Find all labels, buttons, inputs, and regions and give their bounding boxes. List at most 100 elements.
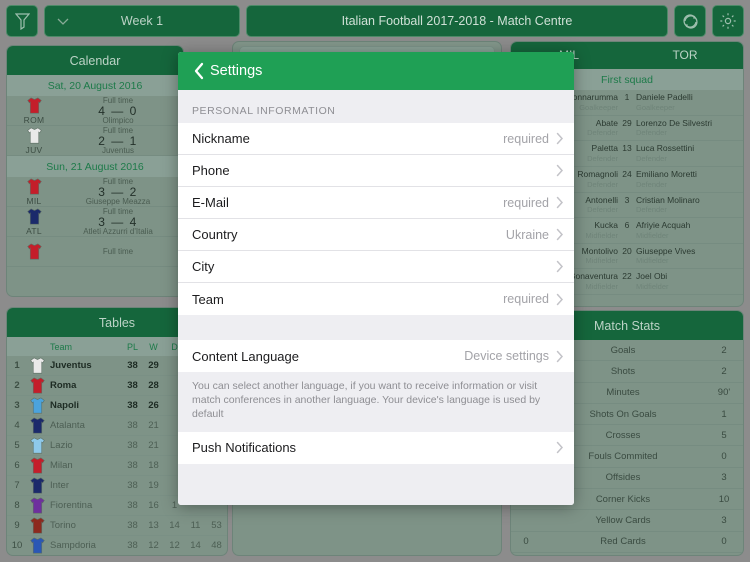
calendar-team-abbr: MIL (26, 196, 42, 206)
calendar-match-row[interactable]: JUV Full time 2 — 1 Juventus (7, 126, 183, 156)
jersey-icon (11, 96, 57, 115)
calendar-match-venue: Juventus (101, 145, 135, 155)
standings-l: 14 (185, 535, 206, 555)
standings-pl: 38 (122, 475, 143, 496)
player-name-right: Cristian Molinaro (636, 194, 700, 205)
calendar-match-row[interactable]: ATL Full time 3 — 4 Atleti Azzurri d'Italia (7, 207, 183, 237)
table-row[interactable]: 10 Sampdoria 38 12 12 14 48 (7, 535, 227, 555)
chevron-right-icon (556, 293, 564, 306)
standings-col-header[interactable] (7, 337, 27, 356)
standings-position: 10 (7, 535, 27, 555)
chevron-right-icon (556, 260, 564, 273)
table-row[interactable]: 9 Torino 38 13 14 11 53 (7, 515, 227, 536)
refresh-icon (682, 13, 699, 30)
standings-position: 7 (7, 475, 27, 496)
player-name-left: Paletta (591, 143, 618, 154)
player-position-right: Defender (636, 128, 667, 138)
calendar-match-venue: Atleti Azzurri d'Italia (83, 226, 153, 236)
player-name-right: Giuseppe Vives (636, 245, 696, 256)
player-number: 6 (624, 220, 630, 231)
personal-information-list[interactable]: Nickname required Phone E-Mail required Count… (178, 123, 574, 315)
refresh-button[interactable] (674, 5, 706, 37)
jersey-icon (11, 207, 57, 226)
standings-pl: 38 (122, 556, 143, 557)
standings-d: 12 (164, 535, 185, 555)
settings-modal-body: PERSONAL INFORMATION Nickname required Pho… (178, 90, 574, 505)
standings-position: 2 (7, 375, 27, 396)
calendar-match-score: 3 — 4 (98, 214, 138, 229)
settings-modal-header: Settings (178, 52, 574, 90)
standings-pl: 38 (122, 356, 143, 376)
standings-pl: 38 (122, 515, 143, 536)
standings-w: 12 (143, 535, 164, 555)
row-content-language[interactable]: Content Language Device settings (178, 340, 574, 372)
standings-col-header[interactable] (27, 337, 47, 356)
calendar-team-abbr: ATL (26, 226, 42, 236)
jersey-icon (27, 375, 47, 396)
row-content-language-label: Content Language (192, 348, 299, 364)
calendar-match-row[interactable]: ROM Full time 4 — 0 Olimpico (7, 96, 183, 126)
calendar-team: ATL (11, 207, 57, 236)
filter-button[interactable] (6, 5, 38, 37)
settings-modal-title: Settings (210, 63, 263, 79)
standings-pl: 38 (122, 435, 143, 456)
standings-position: 5 (7, 435, 27, 456)
jersey-icon (27, 515, 47, 536)
content-language-note: You can select another language, if you … (178, 372, 574, 432)
settings-row-country[interactable]: Country Ukraine (178, 219, 574, 251)
match-stat-right-value: 1 (721, 408, 727, 420)
player-name-right: Daniele Padelli (636, 92, 693, 102)
settings-row-label: Nickname (192, 131, 250, 146)
player-number: 24 (622, 168, 632, 179)
settings-row-team[interactable]: Team required (178, 283, 574, 315)
match-stat-right-value: 3 (721, 515, 727, 527)
back-button[interactable] (188, 60, 208, 82)
section-personal-information: PERSONAL INFORMATION (192, 105, 336, 117)
row-push-notifications[interactable]: Push Notifications (178, 431, 574, 464)
calendar-body[interactable]: Sat, 20 August 2016 ROM Full time 4 — 0 Olim… (7, 75, 183, 267)
standings-team-name: Lazio (47, 435, 122, 456)
standings-position: 8 (7, 495, 27, 516)
settings-button[interactable] (712, 5, 744, 37)
week-selector[interactable]: Week 1 (44, 5, 240, 37)
standings-position: 1 (7, 356, 27, 376)
match-stat-label: Red Cards (600, 536, 646, 548)
player-position-left: Defender (587, 205, 618, 215)
standings-w: 19 (143, 475, 164, 496)
standings-pl: 38 (122, 495, 143, 516)
table-row[interactable]: 11 Cagliari381451947 (7, 556, 227, 557)
chevron-right-icon (556, 132, 564, 145)
jersey-icon (27, 556, 47, 557)
page-title-text: Italian Football 2017-2018 - Match Centr… (341, 14, 573, 28)
player-name-right: Afriyie Acquah (636, 220, 691, 231)
settings-row-value: required (503, 292, 549, 306)
match-stat-right-value: 0 (721, 536, 727, 548)
match-detail-panel-lower[interactable] (232, 497, 502, 556)
standings-col-header[interactable]: Team (47, 337, 122, 356)
player-name-left: Romagnoli (577, 168, 618, 179)
jersey-icon (27, 435, 47, 456)
content-language-list[interactable]: Content Language Device settings (178, 340, 574, 372)
standings-pl: 38 (122, 415, 143, 436)
standings-col-header[interactable]: PL (122, 337, 143, 356)
settings-row-nickname[interactable]: Nickname required (178, 123, 574, 155)
match-stat-right-value: 3 (721, 472, 727, 484)
tab-team-right[interactable]: TOR (627, 42, 743, 69)
chevron-right-icon (556, 441, 564, 454)
standings-w: 21 (143, 415, 164, 436)
calendar-match-row[interactable]: Full time (7, 237, 183, 267)
calendar-team (11, 242, 57, 261)
settings-row-phone[interactable]: Phone (178, 155, 574, 187)
calendar-team: JUV (11, 126, 57, 155)
standings-pl: 38 (122, 395, 143, 416)
settings-row-label: Country (192, 227, 238, 242)
match-stat-right-value: 5 (721, 429, 727, 441)
standings-l: 11 (185, 515, 206, 536)
settings-row-city[interactable]: City (178, 251, 574, 283)
calendar-match-row[interactable]: MIL Full time 3 — 2 Giuseppe Meazza (7, 177, 183, 207)
standings-team-name: Sampdoria (47, 535, 122, 555)
push-notifications-list[interactable]: Push Notifications (178, 431, 574, 464)
settings-row-e-mail[interactable]: E-Mail required (178, 187, 574, 219)
jersey-icon (27, 356, 47, 376)
standings-col-header[interactable]: W (143, 337, 164, 356)
